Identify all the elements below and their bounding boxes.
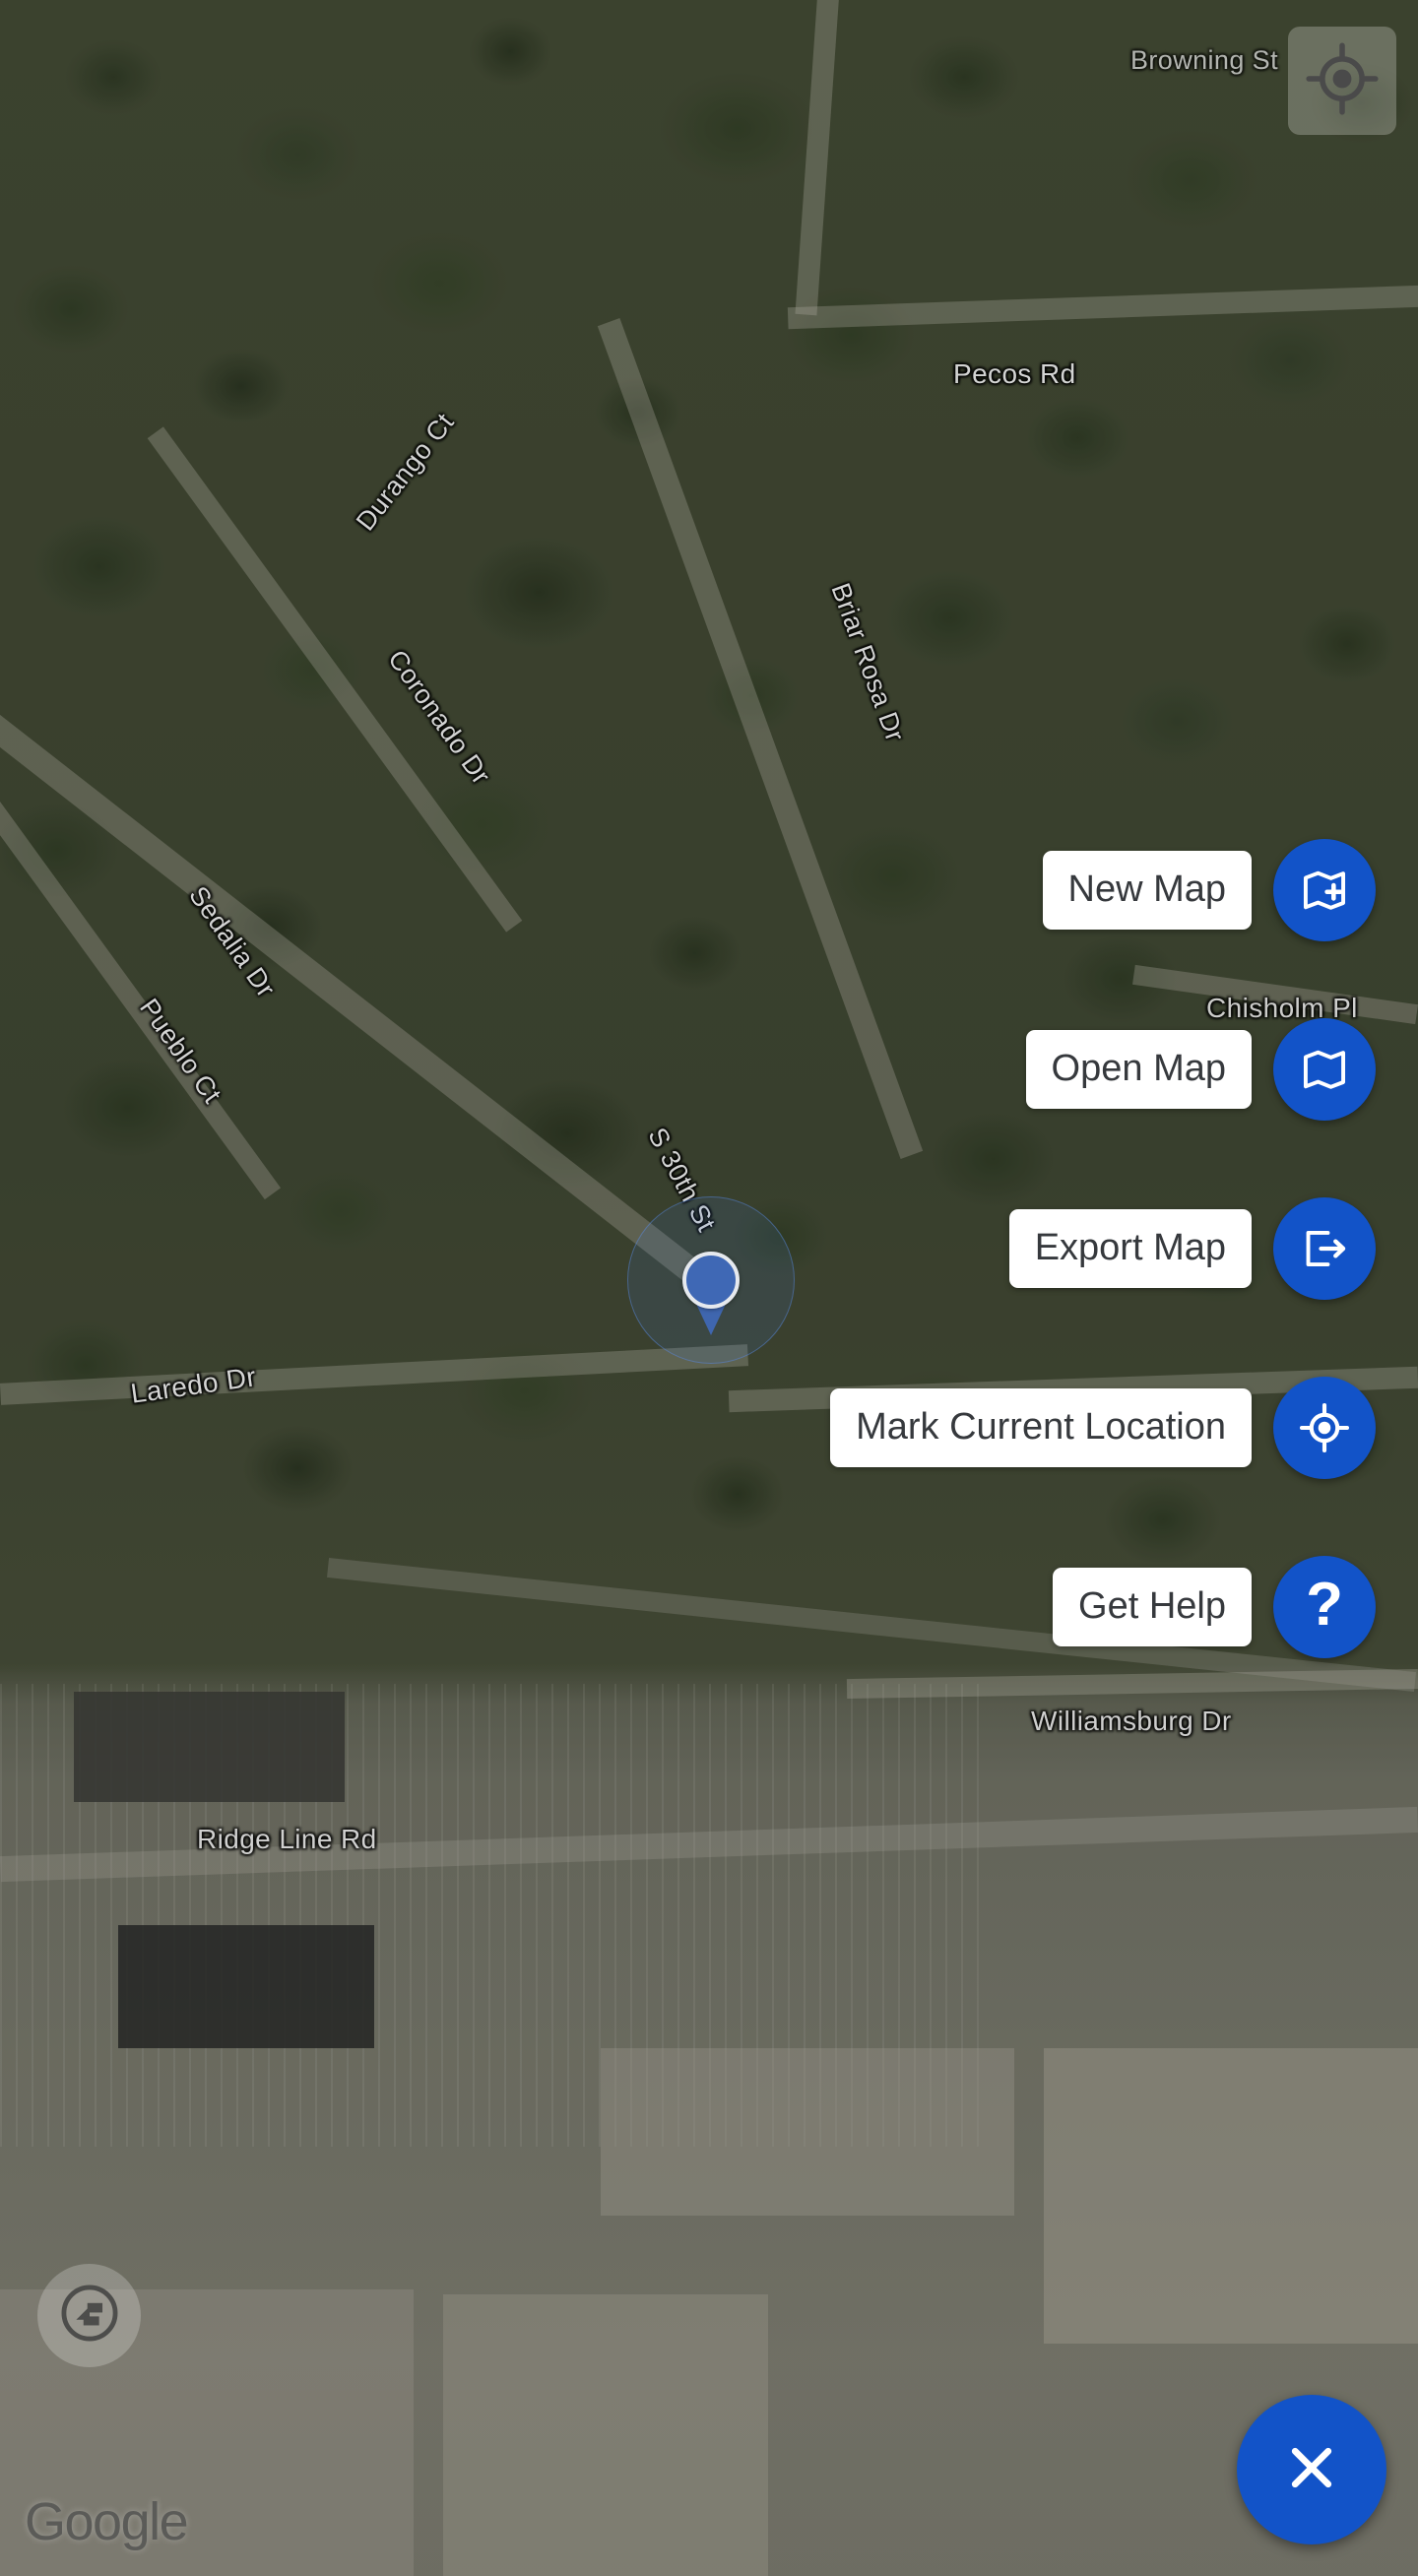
map-root[interactable]: Browning St Pecos Rd Durango Ct Briar Rosa …	[0, 0, 1418, 2576]
export-arrow-icon	[1299, 1223, 1350, 1274]
gps-crosshair-icon	[1299, 1402, 1350, 1453]
fab-item-mark-current-location[interactable]: Mark Current Location	[830, 1377, 1376, 1479]
fab-label[interactable]: Mark Current Location	[830, 1388, 1252, 1467]
fab-label[interactable]: Open Map	[1025, 1030, 1252, 1109]
fab-item-get-help[interactable]: Get Help?	[1053, 1556, 1376, 1658]
fab-mini-button[interactable]	[1273, 1377, 1376, 1479]
building-block-d	[443, 2294, 768, 2576]
map-add-icon	[1299, 865, 1350, 916]
building-block-b	[118, 1925, 374, 2048]
building-block-a	[74, 1692, 345, 1802]
fab-main-close-button[interactable]	[1237, 2395, 1386, 2544]
fab-mini-button[interactable]: ?	[1273, 1556, 1376, 1658]
map-tilt-button[interactable]	[37, 2264, 141, 2367]
google-attribution: Google	[25, 2492, 189, 2551]
close-icon	[1281, 2437, 1342, 2503]
fab-label[interactable]: Get Help	[1053, 1568, 1252, 1646]
gps-crosshair-icon	[1304, 40, 1381, 122]
question-mark-icon: ?	[1306, 1571, 1343, 1639]
building-block-e	[1044, 2048, 1418, 2344]
my-location-button[interactable]	[1288, 27, 1396, 135]
fab-mini-button[interactable]	[1273, 1018, 1376, 1121]
building-block-f	[601, 2048, 1014, 2216]
fab-mini-button[interactable]	[1273, 839, 1376, 941]
map-open-icon	[1299, 1044, 1350, 1095]
fab-item-export-map[interactable]: Export Map	[1008, 1197, 1376, 1300]
fab-item-new-map[interactable]: New Map	[1042, 839, 1376, 941]
fab-label[interactable]: Export Map	[1008, 1209, 1252, 1288]
fab-item-open-map[interactable]: Open Map	[1025, 1018, 1376, 1121]
fab-mini-button[interactable]	[1273, 1197, 1376, 1300]
fab-label[interactable]: New Map	[1042, 851, 1252, 930]
compass-tilt-icon	[56, 2280, 123, 2351]
